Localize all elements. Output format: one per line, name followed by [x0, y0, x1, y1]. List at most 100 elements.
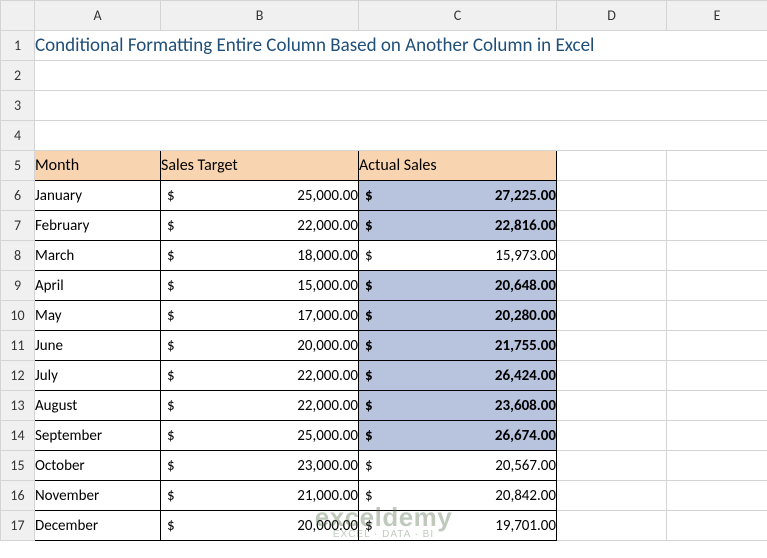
actual-cell[interactable]: $20,842.00 — [359, 481, 557, 511]
col-header-a[interactable]: A — [35, 1, 161, 31]
month-cell[interactable]: October — [35, 451, 161, 481]
target-cell[interactable]: $22,000.00 — [161, 361, 359, 391]
month-cell[interactable]: December — [35, 511, 161, 541]
cell[interactable] — [557, 511, 667, 541]
col-header-e[interactable]: E — [667, 1, 767, 31]
actual-cell[interactable]: $20,280.00 — [359, 301, 557, 331]
actual-cell[interactable]: $27,225.00 — [359, 181, 557, 211]
row-header[interactable]: 11 — [1, 331, 35, 361]
header-month[interactable]: Month — [35, 151, 161, 181]
cell[interactable] — [557, 391, 667, 421]
row-header[interactable]: 10 — [1, 301, 35, 331]
month-cell[interactable]: August — [35, 391, 161, 421]
cell[interactable] — [667, 481, 767, 511]
target-cell[interactable]: $20,000.00 — [161, 331, 359, 361]
cell[interactable] — [557, 181, 667, 211]
header-target[interactable]: Sales Target — [161, 151, 359, 181]
row-header[interactable]: 16 — [1, 481, 35, 511]
cell[interactable] — [557, 211, 667, 241]
cell[interactable] — [667, 301, 767, 331]
cell[interactable] — [667, 421, 767, 451]
spreadsheet-grid[interactable]: A B C D E 1 Conditional Formatting Entir… — [0, 0, 767, 541]
col-header-c[interactable]: C — [359, 1, 557, 31]
cell[interactable] — [557, 361, 667, 391]
cell[interactable] — [557, 481, 667, 511]
target-cell[interactable]: $21,000.00 — [161, 481, 359, 511]
month-cell[interactable]: April — [35, 271, 161, 301]
row-header[interactable]: 3 — [1, 91, 35, 121]
actual-cell[interactable]: $22,816.00 — [359, 211, 557, 241]
row-header[interactable]: 1 — [1, 31, 35, 61]
target-cell[interactable]: $25,000.00 — [161, 421, 359, 451]
row-header[interactable]: 15 — [1, 451, 35, 481]
target-value: 22,000.00 — [297, 397, 358, 415]
currency-symbol: $ — [167, 517, 175, 535]
cell[interactable] — [557, 421, 667, 451]
cell[interactable] — [557, 451, 667, 481]
month-cell[interactable]: November — [35, 481, 161, 511]
row-header[interactable]: 2 — [1, 61, 35, 91]
month-cell[interactable]: June — [35, 331, 161, 361]
target-cell[interactable]: $25,000.00 — [161, 181, 359, 211]
cell[interactable] — [557, 151, 667, 181]
target-cell[interactable]: $22,000.00 — [161, 391, 359, 421]
cell[interactable] — [667, 331, 767, 361]
actual-cell[interactable]: $21,755.00 — [359, 331, 557, 361]
cell[interactable] — [557, 331, 667, 361]
month-cell[interactable]: July — [35, 361, 161, 391]
cell[interactable] — [667, 151, 767, 181]
row-header[interactable]: 13 — [1, 391, 35, 421]
target-cell[interactable]: $18,000.00 — [161, 241, 359, 271]
cell[interactable] — [667, 391, 767, 421]
row-5: 5 Month Sales Target Actual Sales — [1, 151, 767, 181]
title-cell[interactable]: Conditional Formatting Entire Column Bas… — [35, 31, 767, 61]
currency-symbol: $ — [365, 457, 373, 475]
target-cell[interactable]: $23,000.00 — [161, 451, 359, 481]
row-header[interactable]: 4 — [1, 121, 35, 151]
cell[interactable] — [667, 271, 767, 301]
cell[interactable] — [667, 181, 767, 211]
row-header[interactable]: 5 — [1, 151, 35, 181]
cell[interactable] — [667, 511, 767, 541]
col-header-b[interactable]: B — [161, 1, 359, 31]
actual-cell[interactable]: $20,648.00 — [359, 271, 557, 301]
actual-cell[interactable]: $26,674.00 — [359, 421, 557, 451]
target-cell[interactable]: $15,000.00 — [161, 271, 359, 301]
cell[interactable] — [557, 301, 667, 331]
row-header[interactable]: 14 — [1, 421, 35, 451]
cell[interactable] — [557, 271, 667, 301]
row-header[interactable]: 12 — [1, 361, 35, 391]
cell[interactable] — [667, 241, 767, 271]
actual-cell[interactable]: $19,701.00 — [359, 511, 557, 541]
row-header[interactable]: 8 — [1, 241, 35, 271]
header-actual[interactable]: Actual Sales — [359, 151, 557, 181]
row-header[interactable]: 9 — [1, 271, 35, 301]
col-header-d[interactable]: D — [557, 1, 667, 31]
cell[interactable] — [35, 61, 767, 91]
actual-cell[interactable]: $15,973.00 — [359, 241, 557, 271]
cell[interactable] — [667, 211, 767, 241]
row-header[interactable]: 6 — [1, 181, 35, 211]
target-cell[interactable]: $22,000.00 — [161, 211, 359, 241]
target-cell[interactable]: $17,000.00 — [161, 301, 359, 331]
cell[interactable] — [35, 91, 767, 121]
currency-symbol: $ — [365, 487, 373, 505]
row-header[interactable]: 7 — [1, 211, 35, 241]
actual-value: 15,973.00 — [495, 247, 556, 265]
table-row: 9April$15,000.00$20,648.00 — [1, 271, 767, 301]
month-cell[interactable]: January — [35, 181, 161, 211]
cell[interactable] — [557, 241, 667, 271]
month-cell[interactable]: February — [35, 211, 161, 241]
cell[interactable] — [667, 451, 767, 481]
select-all-corner[interactable] — [1, 1, 35, 31]
month-cell[interactable]: March — [35, 241, 161, 271]
actual-cell[interactable]: $20,567.00 — [359, 451, 557, 481]
cell[interactable] — [667, 361, 767, 391]
actual-cell[interactable]: $26,424.00 — [359, 361, 557, 391]
month-cell[interactable]: May — [35, 301, 161, 331]
cell[interactable] — [35, 121, 767, 151]
actual-cell[interactable]: $23,608.00 — [359, 391, 557, 421]
month-cell[interactable]: September — [35, 421, 161, 451]
row-header[interactable]: 17 — [1, 511, 35, 541]
target-cell[interactable]: $20,000.00 — [161, 511, 359, 541]
